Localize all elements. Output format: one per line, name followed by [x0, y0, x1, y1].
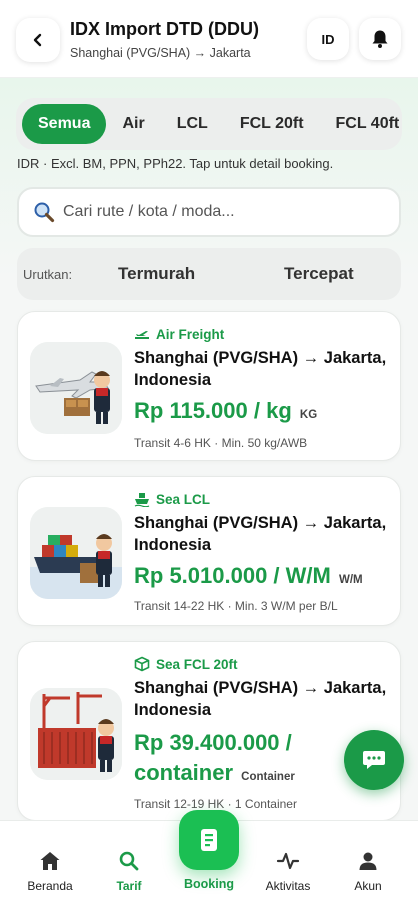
price-unit: W/M	[338, 574, 363, 586]
rate-card[interactable]: Air Freight Shanghai (PVG/SHA) → Jakarta…	[17, 311, 401, 461]
transit-note: Transit 12-19 HK · 1 Container	[134, 797, 297, 811]
page-subtitle: Shanghai (PVG/SHA) → Jakarta	[70, 46, 251, 60]
price-unit: Container	[241, 771, 295, 783]
tab-air[interactable]: Air	[106, 104, 160, 144]
bell-icon	[372, 30, 388, 48]
nav-label: Tarif	[116, 879, 142, 893]
sort-label: Urutkan:	[23, 267, 73, 282]
price-unit: KG	[299, 409, 318, 421]
chat-icon	[363, 751, 385, 769]
mode-label: Sea LCL	[156, 491, 211, 507]
plane-icon	[135, 331, 149, 339]
home-icon	[40, 852, 60, 870]
user-icon	[359, 852, 377, 870]
nav-aktivitas[interactable]: Aktivitas	[248, 821, 328, 900]
rate-card[interactable]: Sea LCL Shanghai (PVG/SHA) → Jakarta, In…	[17, 476, 401, 626]
card-mode: Sea FCL 20ft	[134, 656, 238, 672]
nav-beranda[interactable]: Beranda	[10, 821, 90, 900]
route-text: Shanghai (PVG/SHA) → Jakarta, Indonesia	[134, 679, 387, 719]
chevron-left-icon	[33, 33, 42, 47]
sort-bar: Urutkan: Termurah Tercepat	[17, 248, 401, 300]
document-icon	[201, 829, 217, 851]
mode-label: Air Freight	[156, 326, 225, 342]
box-icon	[134, 656, 150, 672]
tab-fcl-20ft[interactable]: FCL 20ft	[224, 104, 320, 144]
transit-note: Transit 14-22 HK · Min. 3 W/M per B/L	[134, 599, 338, 613]
ship-icon	[134, 493, 150, 507]
nav-label: Akun	[354, 879, 382, 893]
app-header: IDX Import DTD (DDU) Shanghai (PVG/SHA) …	[0, 0, 418, 78]
sea-lcl-image	[30, 507, 122, 599]
search-icon	[34, 202, 55, 223]
price-text: Rp 5.010.000 / W/M W/M	[134, 561, 396, 595]
language-button[interactable]: ID	[307, 18, 349, 60]
back-button[interactable]	[16, 18, 60, 62]
nav-label: Aktivitas	[265, 879, 311, 893]
sort-option-fastest[interactable]: Tercepat	[284, 264, 354, 284]
price-info-text: IDR · Excl. BM, PPN, PPh22. Tap untuk de…	[17, 156, 334, 171]
air-freight-image	[30, 342, 122, 434]
chat-button[interactable]	[344, 730, 404, 790]
booking-button[interactable]	[179, 810, 239, 870]
nav-akun[interactable]: Akun	[328, 821, 408, 900]
route-text: Shanghai (PVG/SHA) → Jakarta, Indonesia	[134, 349, 387, 389]
tab-lcl[interactable]: LCL	[161, 104, 224, 144]
page-title: IDX Import DTD (DDU)	[70, 19, 259, 39]
sea-fcl-image	[30, 688, 122, 780]
card-mode: Air Freight	[134, 326, 224, 342]
activity-icon	[276, 852, 300, 870]
search-input[interactable]	[63, 203, 363, 221]
nav-label: Beranda	[27, 879, 73, 893]
notification-button[interactable]	[359, 18, 401, 60]
price-value: Rp 115.000 / kg	[134, 398, 292, 423]
tab-semua[interactable]: Semua	[22, 104, 107, 144]
nav-tarif[interactable]: Tarif	[89, 821, 169, 900]
price-value: Rp 5.010.000 / W/M	[134, 563, 331, 588]
search-bar	[17, 187, 401, 237]
mode-label: Sea FCL 20ft	[156, 656, 238, 672]
price-text: Rp 115.000 / kg KG	[134, 396, 396, 430]
tab-fcl-40ft[interactable]: FCL 40ft	[320, 104, 402, 144]
route-text: Shanghai (PVG/SHA) → Jakarta, Indonesia	[134, 514, 387, 554]
transit-note: Transit 4-6 HK · Min. 50 kg/AWB	[134, 436, 308, 450]
rate-card[interactable]: Sea FCL 20ft Shanghai (PVG/SHA) → Jakart…	[17, 641, 401, 821]
mode-tabs: Semua Air LCL FCL 20ft FCL 40ft	[16, 98, 402, 150]
booking-label: Booking	[184, 877, 234, 891]
card-mode: Sea LCL	[134, 491, 210, 507]
search-icon	[119, 851, 139, 871]
sort-option-cheapest[interactable]: Termurah	[118, 264, 195, 284]
